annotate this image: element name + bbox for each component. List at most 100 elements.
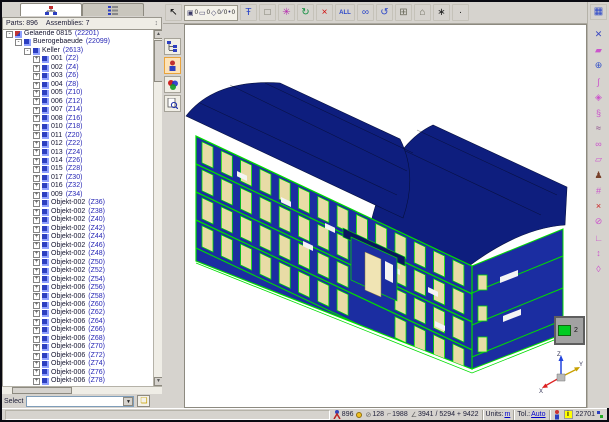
tree-item[interactable]: + Objekt-006 (Z66) — [4, 326, 153, 334]
tree-item[interactable]: + Objekt-006 (Z78) — [4, 377, 153, 385]
tree-item[interactable]: + 003 (Z6) — [4, 72, 153, 80]
tree-horizontal-scrollbar[interactable] — [2, 386, 162, 394]
tree-item[interactable]: + 013 (Z24) — [4, 149, 153, 157]
angle-dim-tool[interactable]: ⊘ — [590, 214, 607, 230]
expand-toggle-icon[interactable]: + — [33, 285, 40, 292]
expand-toggle-icon[interactable]: + — [33, 259, 40, 266]
tree-item[interactable]: + Objekt-006 (Z56) — [4, 284, 153, 292]
expand-toggle-icon[interactable]: + — [33, 369, 40, 376]
snap-setting-4[interactable]: ∕0 — [222, 9, 228, 16]
select-all-tool[interactable]: ALL — [335, 4, 355, 21]
expand-toggle-icon[interactable]: + — [33, 124, 40, 131]
new-filter-button[interactable]: ❏ — [137, 395, 150, 407]
tree-item[interactable]: + 005 (Z10) — [4, 89, 153, 97]
axis-tool[interactable]: ⊕ — [590, 58, 607, 74]
expand-toggle-icon[interactable]: + — [33, 200, 40, 207]
ortho-dim-tool[interactable]: ◈ — [590, 89, 607, 105]
tree-item[interactable]: + 007 (Z14) — [4, 106, 153, 114]
tree-item[interactable]: + 002 (Z4) — [4, 64, 153, 72]
tree-item[interactable]: - Buerogebaeude (22099) — [4, 38, 153, 46]
info-icon[interactable]: i — [564, 410, 573, 419]
expand-toggle-icon[interactable]: - — [24, 48, 31, 55]
tolerance-link[interactable]: Auto — [531, 411, 545, 418]
tab-assembly-list[interactable] — [82, 3, 144, 16]
scrollbar-thumb[interactable] — [12, 387, 72, 394]
tree-item[interactable]: + 017 (Z30) — [4, 174, 153, 182]
expand-toggle-icon[interactable]: + — [33, 344, 40, 351]
pin-icon[interactable]: ↕ — [155, 20, 159, 27]
tree-vertical-scrollbar[interactable]: ▲ ▼ — [153, 30, 162, 386]
user-icon[interactable] — [553, 410, 561, 420]
section-mark-tool[interactable]: § — [590, 105, 607, 121]
tree-item[interactable]: + 012 (Z22) — [4, 140, 153, 148]
expand-toggle-icon[interactable]: + — [33, 302, 40, 309]
height-dim-tool[interactable]: ↕ — [590, 245, 607, 261]
grid-dim-tool[interactable]: # — [590, 183, 607, 199]
expand-toggle-icon[interactable]: + — [33, 251, 40, 258]
expand-toggle-icon[interactable]: + — [33, 56, 40, 63]
expand-toggle-icon[interactable]: + — [33, 65, 40, 72]
expand-toggle-icon[interactable]: + — [33, 353, 40, 360]
fit-by-points-tool[interactable]: Ŧ — [240, 4, 257, 21]
part-mark-tool[interactable]: ♟ — [590, 167, 607, 183]
expand-toggle-icon[interactable]: + — [33, 192, 40, 199]
radius-dim-tool[interactable]: ∞ — [590, 136, 607, 152]
objects-tool[interactable] — [164, 57, 181, 74]
expand-toggle-icon[interactable]: + — [33, 234, 40, 241]
select-tool[interactable]: ↖ — [165, 4, 182, 21]
expand-toggle-icon[interactable]: + — [33, 149, 40, 156]
tree-item[interactable]: + Objekt-002 (Z38) — [4, 208, 153, 216]
expand-toggle-icon[interactable]: + — [33, 336, 40, 343]
tree-item[interactable]: + Objekt-006 (Z68) — [4, 335, 153, 343]
expand-toggle-icon[interactable]: + — [33, 115, 40, 122]
expand-toggle-icon[interactable]: + — [33, 217, 40, 224]
snap-setting-5[interactable]: •0 — [228, 9, 235, 16]
expand-toggle-icon[interactable]: + — [33, 361, 40, 368]
tree-item[interactable]: + 015 (Z28) — [4, 166, 153, 174]
expand-toggle-icon[interactable]: + — [33, 175, 40, 182]
tree-item[interactable]: + Objekt-002 (Z48) — [4, 250, 153, 258]
rotate-tool[interactable]: ↺ — [376, 4, 393, 21]
dimension-tool[interactable]: ✕ — [590, 27, 607, 43]
tree-item[interactable]: + 001 (Z2) — [4, 55, 153, 63]
tree-item[interactable]: + Objekt-002 (Z54) — [4, 276, 153, 284]
zoom-print-tool[interactable] — [164, 95, 181, 112]
tree-item[interactable]: + 006 (Z12) — [4, 98, 153, 106]
tree-item[interactable]: + Objekt-002 (Z50) — [4, 259, 153, 267]
units-link[interactable]: m — [504, 411, 510, 418]
tree-item[interactable]: + 016 (Z32) — [4, 182, 153, 190]
expand-toggle-icon[interactable]: + — [33, 158, 40, 165]
tree-item[interactable]: + Objekt-006 (Z76) — [4, 369, 153, 377]
scrollbar-thumb[interactable] — [154, 40, 162, 82]
tree-item[interactable]: + Objekt-006 (Z64) — [4, 318, 153, 326]
expand-toggle-icon[interactable]: + — [33, 378, 40, 385]
tree-item[interactable]: + Objekt-006 (Z72) — [4, 352, 153, 360]
expand-toggle-icon[interactable]: + — [33, 183, 40, 190]
expand-toggle-icon[interactable]: + — [33, 268, 40, 275]
expand-toggle-icon[interactable]: + — [33, 293, 40, 300]
tree-item[interactable]: + 004 (Z8) — [4, 81, 153, 89]
tree-item[interactable]: + 010 (Z18) — [4, 123, 153, 131]
expand-toggle-icon[interactable]: + — [33, 90, 40, 97]
new-drawing-tool[interactable]: □ — [259, 4, 276, 21]
model-canvas[interactable]: Z X Y 2 — [184, 24, 587, 408]
perp-dim-tool[interactable]: ∟ — [590, 230, 607, 246]
snap-setting-1[interactable]: ▣0 — [187, 9, 198, 17]
expand-toggle-icon[interactable]: + — [33, 310, 40, 317]
delete-tool[interactable]: × — [316, 4, 333, 21]
paint-tool[interactable]: ✳ — [278, 4, 295, 21]
delete-dim-tool[interactable]: × — [590, 199, 607, 215]
scroll-up-icon[interactable]: ▲ — [154, 30, 162, 39]
tree-item[interactable]: + 014 (Z26) — [4, 157, 153, 165]
expand-toggle-icon[interactable]: + — [33, 226, 40, 233]
tree-item[interactable]: + 008 (Z16) — [4, 115, 153, 123]
expand-toggle-icon[interactable]: + — [33, 98, 40, 105]
skew-dim-tool[interactable]: ◊ — [590, 261, 607, 277]
polygon-tool[interactable]: ⌂ — [414, 4, 431, 21]
tree-item[interactable]: + 009 (Z34) — [4, 191, 153, 199]
expand-toggle-icon[interactable]: + — [33, 276, 40, 283]
copy-tool[interactable]: ⊞ — [395, 4, 412, 21]
wave-dim-tool[interactable]: ≈ — [590, 121, 607, 137]
chevron-down-icon[interactable]: ▼ — [123, 397, 133, 406]
expand-toggle-icon[interactable]: - — [6, 31, 13, 38]
